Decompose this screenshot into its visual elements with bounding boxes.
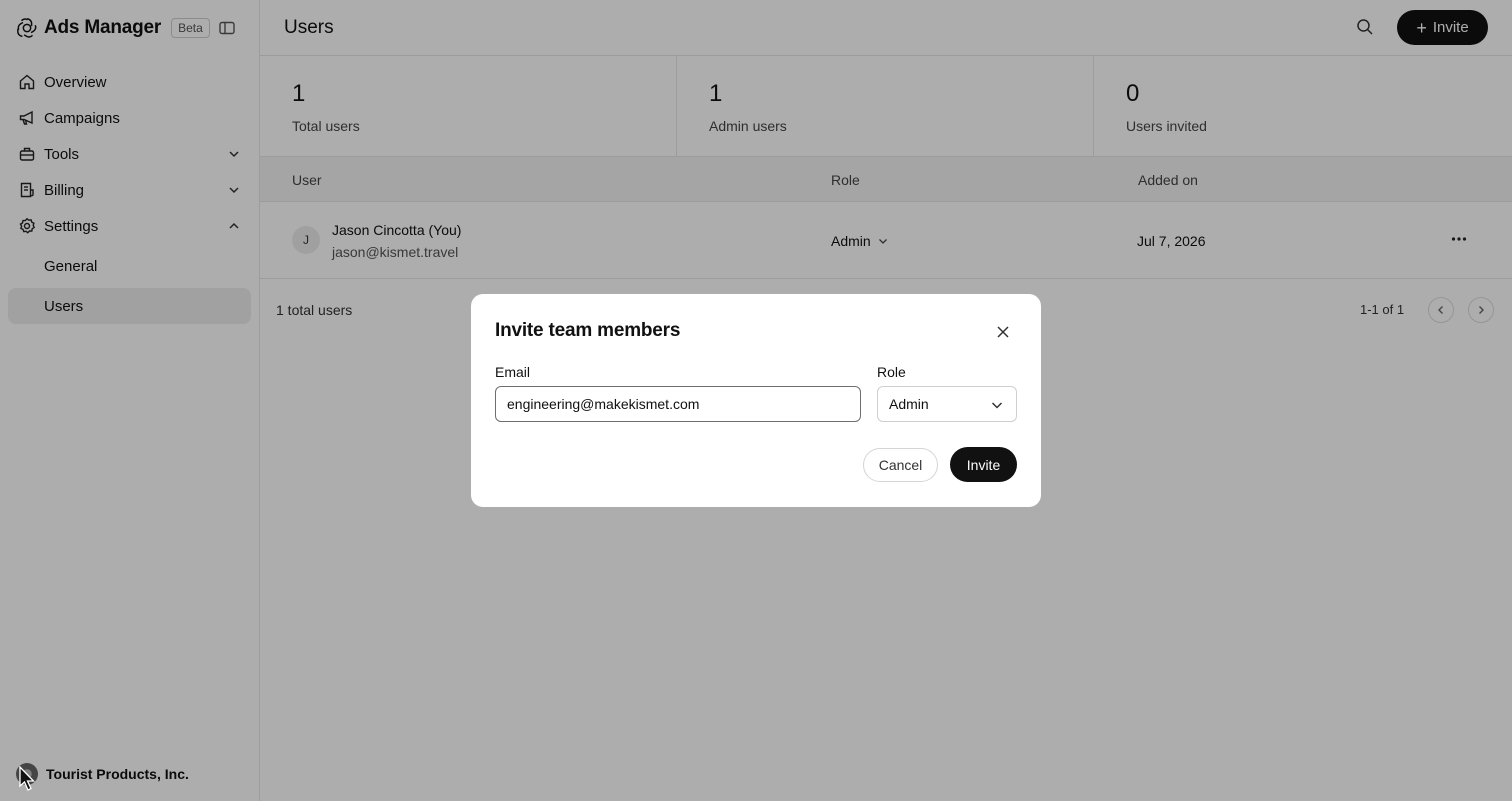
email-field[interactable] [495, 386, 861, 422]
mouse-cursor-icon [19, 766, 36, 791]
invite-submit-button[interactable]: Invite [950, 447, 1017, 482]
close-icon[interactable] [994, 323, 1012, 341]
role-select-value: Admin [889, 396, 929, 412]
cancel-button[interactable]: Cancel [863, 448, 938, 482]
role-select[interactable]: Admin [877, 386, 1017, 422]
chevron-down-icon [990, 398, 1004, 412]
modal-title: Invite team members [495, 320, 681, 341]
role-label: Role [877, 364, 906, 380]
email-label: Email [495, 364, 531, 380]
invite-modal: Invite team members Email Role Admin Can… [471, 294, 1041, 507]
